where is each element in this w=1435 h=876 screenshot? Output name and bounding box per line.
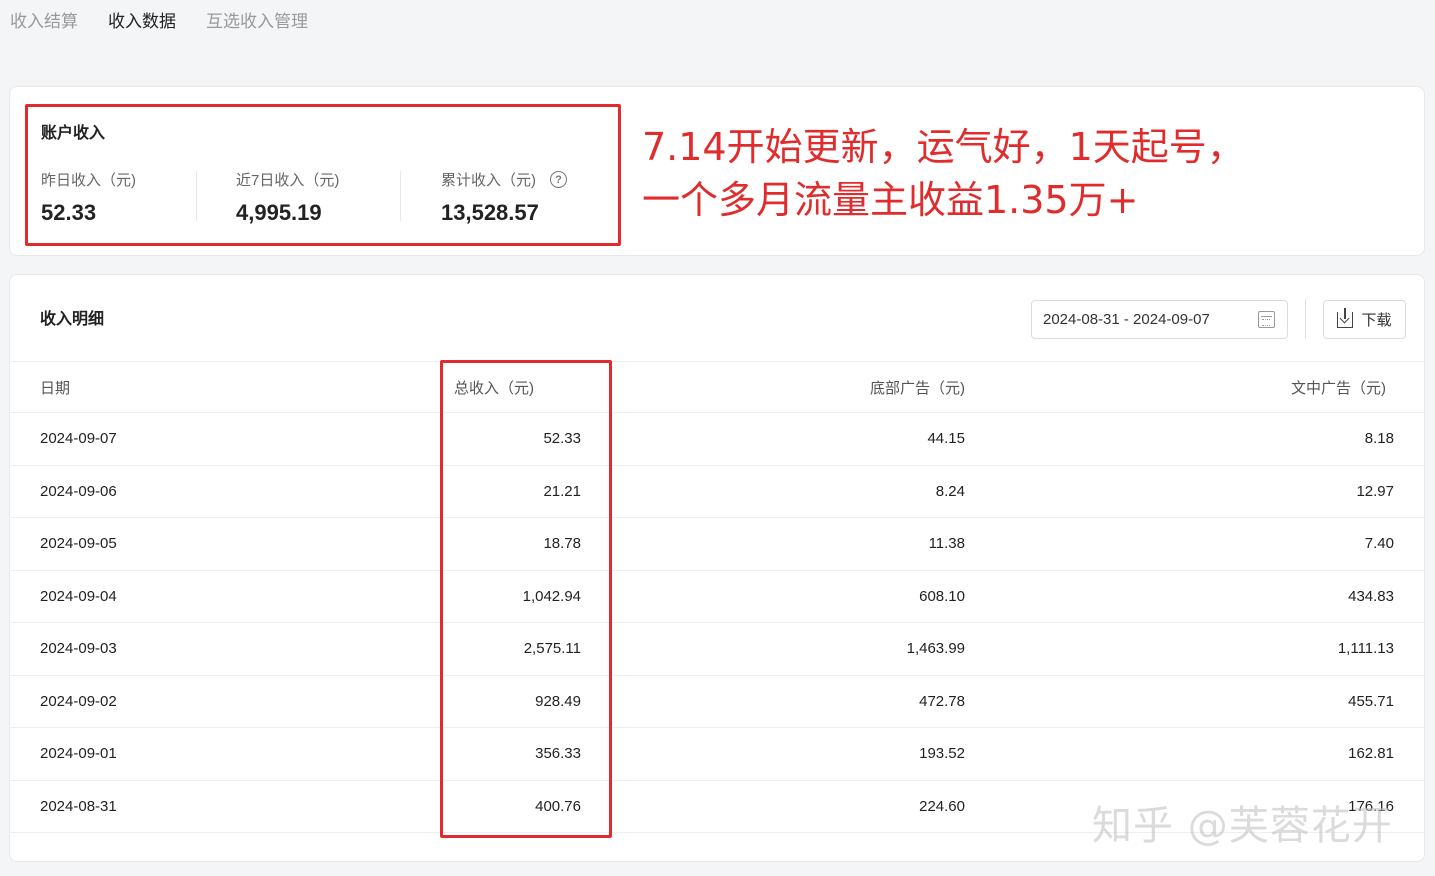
account-income-card: 账户收入 昨日收入（元) 52.33 近7日收入（元) 4,995.19 累计收… <box>9 86 1425 256</box>
cell-date: 2024-09-03 <box>10 622 440 676</box>
table-row: 2024-08-31 400.76 224.60 176.16 <box>10 780 1424 833</box>
cell-date: 2024-09-02 <box>10 675 440 728</box>
stat-total: 累计收入（元) ? 13,528.57 <box>441 169 567 226</box>
cell-total: 52.33 <box>440 412 610 466</box>
cell-date: 2024-08-31 <box>10 780 440 833</box>
table-row: 2024-09-04 1,042.94 608.10 434.83 <box>10 570 1424 623</box>
cell-total: 928.49 <box>440 675 610 728</box>
annotation-text: 7.14开始更新，运气好，1天起号， 一个多月流量主收益1.35万+ <box>642 121 1245 227</box>
date-range-picker[interactable]: 2024-08-31 - 2024-09-07 <box>1031 300 1288 339</box>
annotation-line-2: 一个多月流量主收益1.35万+ <box>642 178 1139 222</box>
download-button[interactable]: 下载 <box>1323 300 1406 339</box>
stat-7days: 近7日收入（元) 4,995.19 <box>236 169 339 226</box>
table-row: 2024-09-02 928.49 472.78 455.71 <box>10 675 1424 728</box>
cell-bottom-ad: 1,463.99 <box>610 622 965 676</box>
question-circle-icon[interactable]: ? <box>550 171 567 188</box>
table-header-row: 日期 总收入（元) 底部广告（元) 文中广告（元) <box>10 361 1424 413</box>
cell-bottom-ad: 8.24 <box>610 465 965 518</box>
date-range-value: 2024-08-31 - 2024-09-07 <box>1043 311 1210 328</box>
stat-label: 累计收入（元) <box>441 172 536 189</box>
table-row: 2024-09-06 21.21 8.24 12.97 <box>10 465 1424 518</box>
cell-inline-ad: 1,111.13 <box>965 622 1424 676</box>
download-label: 下载 <box>1361 312 1392 329</box>
income-table: 日期 总收入（元) 底部广告（元) 文中广告（元) 2024-09-07 52.3… <box>10 361 1424 833</box>
cell-inline-ad: 12.97 <box>965 465 1424 518</box>
table-row: 2024-09-07 52.33 44.15 8.18 <box>10 412 1424 466</box>
cell-inline-ad: 455.71 <box>965 675 1424 728</box>
annotation-line-1: 7.14开始更新，运气好，1天起号， <box>642 125 1245 169</box>
cell-inline-ad: 176.16 <box>965 780 1424 833</box>
detail-title: 收入明细 <box>40 311 105 328</box>
toolbar-divider <box>1305 299 1306 339</box>
stat-value: 52.33 <box>41 200 97 225</box>
cell-total: 356.33 <box>440 727 610 781</box>
table-row: 2024-09-05 18.78 11.38 7.40 <box>10 517 1424 571</box>
cell-inline-ad: 8.18 <box>965 412 1424 466</box>
calendar-icon <box>1258 311 1275 328</box>
tab-mutual-income[interactable]: 互选收入管理 <box>206 10 308 36</box>
stat-label: 昨日收入（元) <box>41 172 136 189</box>
top-tabs: 收入结算 收入数据 互选收入管理 <box>10 10 308 36</box>
cell-date: 2024-09-07 <box>10 412 440 466</box>
stat-divider <box>196 171 197 221</box>
cell-bottom-ad: 224.60 <box>610 780 965 833</box>
stat-label-row: 累计收入（元) ? <box>441 169 567 190</box>
cell-inline-ad: 7.40 <box>965 517 1424 571</box>
download-icon <box>1337 307 1354 328</box>
cell-inline-ad: 162.81 <box>965 727 1424 781</box>
cell-bottom-ad: 472.78 <box>610 675 965 728</box>
stat-value: 13,528.57 <box>441 200 539 225</box>
cell-date: 2024-09-01 <box>10 727 440 781</box>
stat-value: 4,995.19 <box>236 200 322 225</box>
income-detail-card: 收入明细 2024-08-31 - 2024-09-07 下载 日期 总收入（元… <box>9 274 1425 862</box>
cell-bottom-ad: 608.10 <box>610 570 965 623</box>
column-header-total[interactable]: 总收入（元) <box>440 361 610 413</box>
table-row: 2024-09-03 2,575.11 1,463.99 1,111.13 <box>10 622 1424 676</box>
column-header-date[interactable]: 日期 <box>10 361 440 413</box>
tab-income-settlement[interactable]: 收入结算 <box>10 10 78 36</box>
stat-label: 近7日收入（元) <box>236 172 340 189</box>
cell-date: 2024-09-04 <box>10 570 440 623</box>
cell-total: 1,042.94 <box>440 570 610 623</box>
cell-date: 2024-09-05 <box>10 517 440 571</box>
cell-bottom-ad: 11.38 <box>610 517 965 571</box>
cell-total: 18.78 <box>440 517 610 571</box>
cell-total: 21.21 <box>440 465 610 518</box>
stat-divider <box>400 171 401 221</box>
column-header-bottom-ad[interactable]: 底部广告（元) <box>610 361 965 413</box>
cell-bottom-ad: 44.15 <box>610 412 965 466</box>
cell-inline-ad: 434.83 <box>965 570 1424 623</box>
column-header-inline-ad[interactable]: 文中广告（元) <box>965 361 1424 413</box>
cell-date: 2024-09-06 <box>10 465 440 518</box>
account-title: 账户收入 <box>41 125 106 142</box>
tab-income-data[interactable]: 收入数据 <box>108 10 176 36</box>
account-highlight-box: 账户收入 昨日收入（元) 52.33 近7日收入（元) 4,995.19 累计收… <box>25 104 621 246</box>
table-body: 2024-09-07 52.33 44.15 8.18 2024-09-06 21.21 8… <box>10 412 1424 833</box>
cell-total: 2,575.11 <box>440 622 610 676</box>
cell-bottom-ad: 193.52 <box>610 727 965 781</box>
table-row: 2024-09-01 356.33 193.52 162.81 <box>10 727 1424 781</box>
cell-total: 400.76 <box>440 780 610 833</box>
stat-yesterday: 昨日收入（元) 52.33 <box>41 169 136 226</box>
